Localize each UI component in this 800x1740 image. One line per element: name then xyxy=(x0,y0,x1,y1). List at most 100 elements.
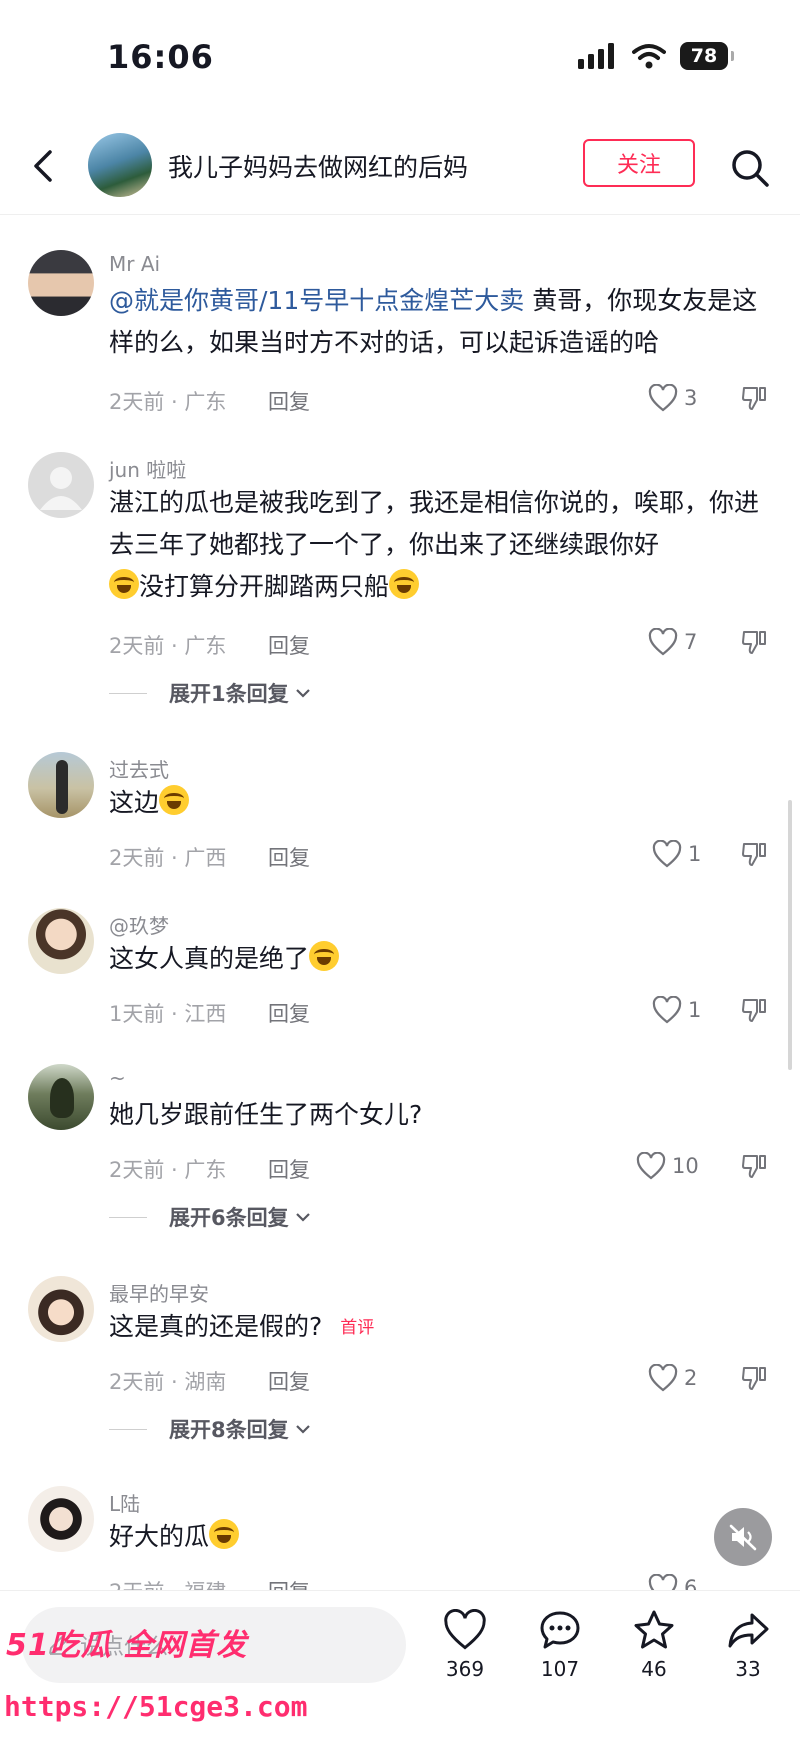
comment-username[interactable]: jun 啦啦 xyxy=(109,454,186,483)
watermark-url: https://51cge3.com xyxy=(4,1690,308,1723)
status-icons: 78 xyxy=(578,42,734,70)
crying-laugh-emoji-icon xyxy=(209,1519,240,1549)
comment-username[interactable]: @玖梦 xyxy=(109,910,169,939)
like-button[interactable]: 3 xyxy=(648,384,697,412)
reply-button[interactable]: 回复 xyxy=(268,998,310,1028)
comment-meta: 2天前 · 广西 xyxy=(109,846,227,870)
like-action[interactable]: 369 xyxy=(425,1609,505,1681)
divider xyxy=(109,692,147,694)
comment-meta: 2天前 · 广东 xyxy=(109,390,227,414)
comment-username[interactable]: 过去式 xyxy=(109,754,169,783)
divider xyxy=(109,1428,147,1430)
speaker-muted-icon xyxy=(729,1524,757,1551)
heart-icon xyxy=(444,1609,486,1650)
comment-username[interactable]: L陆 xyxy=(109,1488,140,1517)
like-count: 1 xyxy=(688,842,702,866)
battery-indicator: 78 xyxy=(680,42,734,70)
like-button[interactable]: 2 xyxy=(648,1364,697,1392)
like-button[interactable]: 1 xyxy=(652,996,701,1024)
comment-bubble-icon xyxy=(540,1611,580,1649)
comment-text: 她几岁跟前任生了两个女儿? xyxy=(109,1100,423,1129)
comment-meta: 1天前 · 江西 xyxy=(109,1002,227,1026)
like-count: 2 xyxy=(684,1366,698,1390)
comment-meta: 2天前 · 广东 xyxy=(109,1158,227,1182)
comment-text: 好大的瓜 xyxy=(109,1516,769,1558)
avatar[interactable] xyxy=(28,452,94,518)
search-icon[interactable] xyxy=(728,146,772,190)
avatar[interactable] xyxy=(28,1064,94,1130)
like-count: 7 xyxy=(684,630,698,654)
dislike-icon[interactable] xyxy=(740,384,768,412)
expand-replies-button[interactable]: 展开6条回复 xyxy=(109,1202,313,1232)
expand-replies-button[interactable]: 展开1条回复 xyxy=(109,678,313,708)
avatar[interactable] xyxy=(28,1276,94,1342)
favorite-count: 46 xyxy=(641,1657,667,1681)
heart-icon xyxy=(648,1364,678,1392)
reply-button[interactable]: 回复 xyxy=(268,630,310,660)
channel-title[interactable]: 我儿子妈妈去做网红的后妈 xyxy=(168,148,468,184)
heart-icon xyxy=(652,840,682,868)
like-button[interactable]: 1 xyxy=(652,840,701,868)
comment-mention[interactable]: @就是你黄哥/11号早十点金煌芒大卖 xyxy=(109,286,524,315)
default-avatar-icon xyxy=(40,467,82,510)
chevron-down-icon xyxy=(295,1425,310,1434)
comment-meta: 2天前 · 广东 xyxy=(109,634,227,658)
wifi-icon xyxy=(632,44,666,69)
heart-icon xyxy=(648,384,678,412)
comment-username[interactable]: 最早的早安 xyxy=(109,1278,209,1307)
status-time: 16:06 xyxy=(107,38,214,76)
comment-username[interactable]: ~ xyxy=(109,1066,126,1090)
like-button[interactable]: 10 xyxy=(636,1152,699,1180)
signal-icon xyxy=(578,43,614,69)
comment-meta: 2天前 · 湖南 xyxy=(109,1370,227,1394)
reply-button[interactable]: 回复 xyxy=(268,386,310,416)
comment-username[interactable]: Mr Ai xyxy=(109,252,160,276)
like-count: 3 xyxy=(684,386,698,410)
crying-laugh-emoji-icon xyxy=(159,785,190,815)
favorite-action[interactable]: 46 xyxy=(614,1609,694,1681)
like-button[interactable]: 7 xyxy=(648,628,697,656)
crying-laugh-emoji-icon xyxy=(309,941,340,971)
mute-button[interactable] xyxy=(714,1508,772,1566)
dislike-icon[interactable] xyxy=(740,628,768,656)
chevron-down-icon xyxy=(295,1213,310,1222)
like-count: 1 xyxy=(688,998,702,1022)
crying-laugh-emoji-icon xyxy=(109,569,139,599)
chevron-down-icon xyxy=(295,689,310,698)
reply-button[interactable]: 回复 xyxy=(268,842,310,872)
share-action[interactable]: 33 xyxy=(708,1609,788,1681)
reply-button[interactable]: 回复 xyxy=(268,1366,310,1396)
dislike-icon[interactable] xyxy=(740,996,768,1024)
scroll-indicator[interactable] xyxy=(788,800,792,1070)
reply-button[interactable]: 回复 xyxy=(268,1154,310,1184)
comment-action[interactable]: 107 xyxy=(520,1609,600,1681)
comment-text: 湛江的瓜也是被我吃到了，我还是相信你说的，唉耶，你进去三年了她都找了一个了，你出… xyxy=(109,488,760,601)
avatar[interactable] xyxy=(28,250,94,316)
share-count: 33 xyxy=(735,1657,761,1681)
heart-icon xyxy=(652,996,682,1024)
like-count: 10 xyxy=(672,1154,699,1178)
avatar[interactable] xyxy=(28,908,94,974)
comment-count: 107 xyxy=(540,1657,580,1681)
dislike-icon[interactable] xyxy=(740,1364,768,1392)
comment-text: 这是真的还是假的? 首评 xyxy=(109,1312,375,1341)
crying-laugh-emoji-icon xyxy=(389,569,420,599)
back-arrow-icon[interactable] xyxy=(24,142,64,190)
dislike-icon[interactable] xyxy=(740,1152,768,1180)
dislike-icon[interactable] xyxy=(740,840,768,868)
channel-avatar[interactable] xyxy=(88,133,152,197)
comment-text: @就是你黄哥/11号早十点金煌芒大卖 黄哥，你现女友是这样的么，如果当时方不对的… xyxy=(109,286,758,357)
expand-replies-button[interactable]: 展开8条回复 xyxy=(109,1414,313,1444)
divider xyxy=(109,1216,147,1218)
comment-text: 这女人真的是绝了 xyxy=(109,938,769,980)
top-bar: 我儿子妈妈去做网红的后妈 关注 xyxy=(0,120,800,215)
follow-button[interactable]: 关注 xyxy=(583,139,695,187)
watermark-logo: 51吃瓜 全网首发 xyxy=(6,1628,248,1663)
status-bar: 16:06 78 xyxy=(0,0,800,110)
first-comment-badge: 首评 xyxy=(340,1318,375,1338)
avatar[interactable] xyxy=(28,1486,94,1552)
heart-icon xyxy=(636,1152,666,1180)
avatar[interactable] xyxy=(28,752,94,818)
comment-text: 这边 xyxy=(109,782,769,824)
star-icon xyxy=(634,1610,674,1649)
